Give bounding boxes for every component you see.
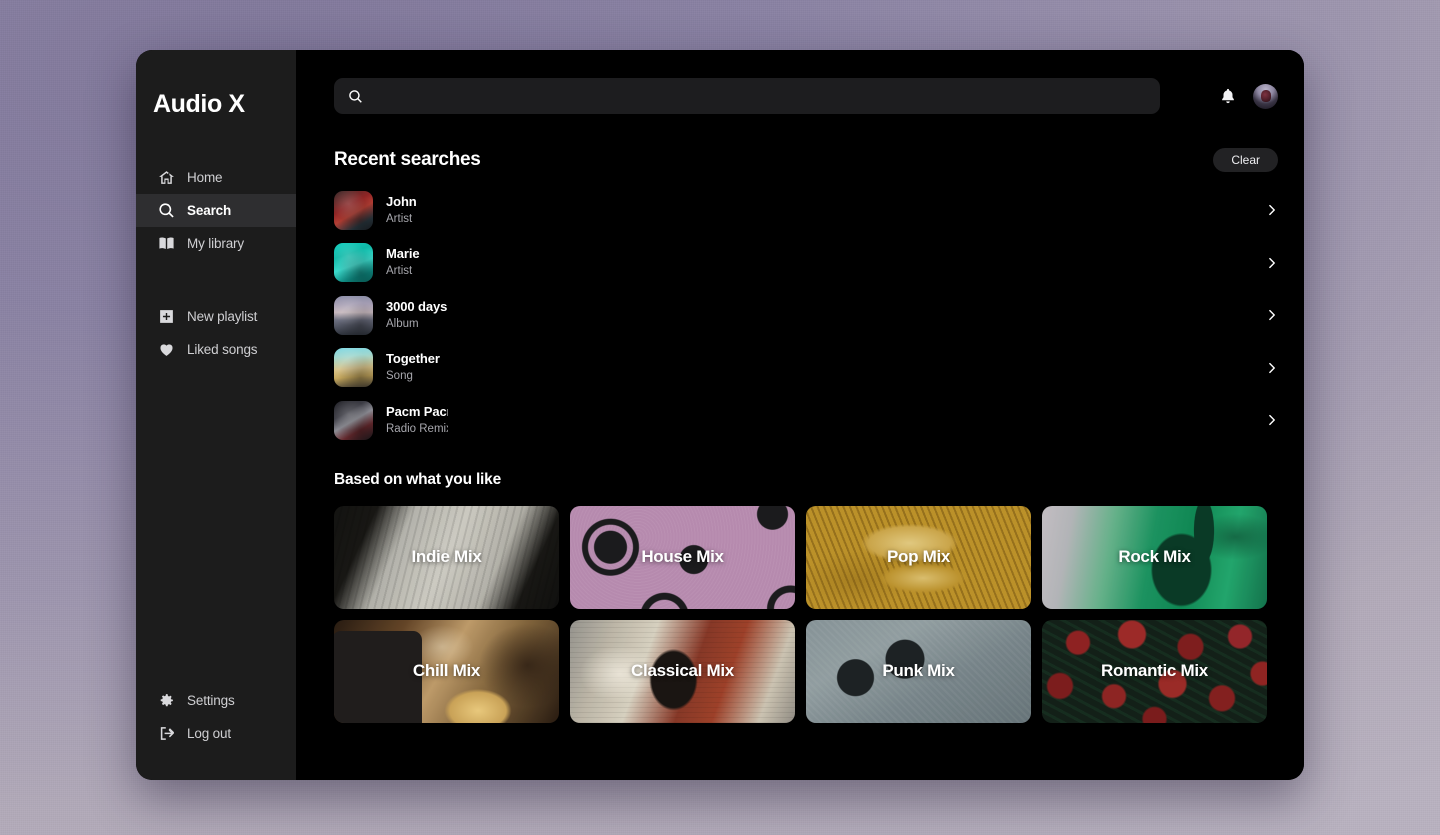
list-item[interactable]: Marie Artist (334, 237, 1278, 290)
mix-card-label: Romantic Mix (1101, 661, 1208, 681)
based-on-title: Based on what you like (334, 471, 1288, 489)
list-item-subtitle: Artist (386, 263, 448, 279)
mix-card-rock[interactable]: Rock Mix (1042, 506, 1267, 609)
list-item-text: 3000 days Album (386, 299, 448, 332)
mix-card-romantic[interactable]: Romantic Mix (1042, 620, 1267, 723)
home-icon (158, 169, 175, 186)
mix-card-indie[interactable]: Indie Mix (334, 506, 559, 609)
sidebar-item-label: Log out (187, 726, 231, 741)
sidebar-item-settings[interactable]: Settings (136, 684, 296, 717)
mix-card-classical[interactable]: Classical Mix (570, 620, 795, 723)
sidebar-item-label: Home (187, 170, 222, 185)
gear-icon (158, 692, 175, 709)
sidebar-item-label: Search (187, 203, 231, 218)
mix-card-label: Classical Mix (631, 661, 734, 681)
bell-icon[interactable] (1219, 86, 1237, 106)
main-content: Recent searches Clear John Artist Marie … (296, 50, 1304, 780)
mix-card-label: Punk Mix (882, 661, 954, 681)
list-item-title: 3000 days (386, 299, 448, 315)
mix-card-label: Rock Mix (1118, 547, 1190, 567)
mix-card-label: Indie Mix (411, 547, 481, 567)
list-item-subtitle: Artist (386, 211, 448, 227)
mix-card-pop[interactable]: Pop Mix (806, 506, 1031, 609)
sidebar-item-label: Settings (187, 693, 235, 708)
page-title: Recent searches (334, 149, 481, 171)
list-item[interactable]: Pacm Pacm Radio Remix (334, 394, 1278, 447)
list-item-title: Pacm Pacm (386, 404, 448, 420)
sidebar-item-search[interactable]: Search (136, 194, 296, 227)
chevron-right-icon[interactable] (1265, 202, 1278, 218)
mix-card-label: Chill Mix (413, 661, 480, 681)
sidebar-item-home[interactable]: Home (136, 161, 296, 194)
sidebar: Audio X Home Search My library (136, 50, 296, 780)
list-item-title: Together (386, 351, 448, 367)
sidebar-item-new-playlist[interactable]: New playlist (136, 300, 296, 333)
plus-square-icon (158, 308, 175, 325)
recent-searches-header: Recent searches Clear (334, 148, 1288, 172)
sidebar-spacer (136, 366, 296, 640)
logout-icon (158, 725, 175, 742)
mix-card-house[interactable]: House Mix (570, 506, 795, 609)
sidebar-primary-nav: Home Search My library (136, 161, 296, 260)
list-item-text: Marie Artist (386, 246, 448, 279)
mix-card-punk[interactable]: Punk Mix (806, 620, 1031, 723)
chevron-right-icon[interactable] (1265, 307, 1278, 323)
sidebar-item-log-out[interactable]: Log out (136, 717, 296, 750)
chevron-right-icon[interactable] (1265, 360, 1278, 376)
mix-card-label: Pop Mix (887, 547, 950, 567)
sidebar-item-liked-songs[interactable]: Liked songs (136, 333, 296, 366)
list-item-subtitle: Album (386, 316, 448, 332)
list-item[interactable]: John Artist (334, 184, 1278, 237)
chevron-right-icon[interactable] (1265, 255, 1278, 271)
list-item-title: Marie (386, 246, 448, 262)
avatar[interactable] (1253, 84, 1278, 109)
mix-card-grid: Indie Mix House Mix Pop Mix Rock Mix Chi… (334, 506, 1288, 723)
thumbnail-image (334, 348, 373, 387)
list-item-subtitle: Song (386, 368, 448, 384)
list-item-title: John (386, 194, 448, 210)
search-input[interactable] (372, 89, 1146, 104)
sidebar-item-label: My library (187, 236, 244, 251)
sidebar-item-label: New playlist (187, 309, 257, 324)
thumbnail-image (334, 191, 373, 230)
mix-artwork-overlay-panel (334, 631, 422, 723)
thumbnail-image (334, 401, 373, 440)
list-item[interactable]: Together Song (334, 342, 1278, 395)
list-item-text: Pacm Pacm Radio Remix (386, 404, 448, 437)
list-item-subtitle: Radio Remix (386, 421, 448, 437)
top-bar (334, 50, 1288, 142)
sidebar-secondary-nav: New playlist Liked songs (136, 300, 296, 366)
search-icon (158, 202, 175, 219)
sidebar-item-my-library[interactable]: My library (136, 227, 296, 260)
book-icon (158, 235, 175, 252)
chevron-right-icon[interactable] (1265, 412, 1278, 428)
list-item-text: John Artist (386, 194, 448, 227)
mix-card-label: House Mix (641, 547, 723, 567)
list-item[interactable]: 3000 days Album (334, 289, 1278, 342)
thumbnail-image (334, 296, 373, 335)
search-icon (348, 89, 363, 104)
recent-searches-list: John Artist Marie Artist (334, 184, 1288, 447)
top-bar-actions (1219, 84, 1288, 109)
thumbnail-image (334, 243, 373, 282)
clear-button[interactable]: Clear (1213, 148, 1278, 172)
app-brand-title: Audio X (136, 92, 296, 117)
sidebar-item-label: Liked songs (187, 342, 257, 357)
sidebar-bottom-nav: Settings Log out (136, 684, 296, 750)
heart-icon (158, 341, 175, 358)
search-bar[interactable] (334, 78, 1160, 114)
mix-card-chill[interactable]: Chill Mix (334, 620, 559, 723)
app-window: Audio X Home Search My library (136, 50, 1304, 780)
list-item-text: Together Song (386, 351, 448, 384)
